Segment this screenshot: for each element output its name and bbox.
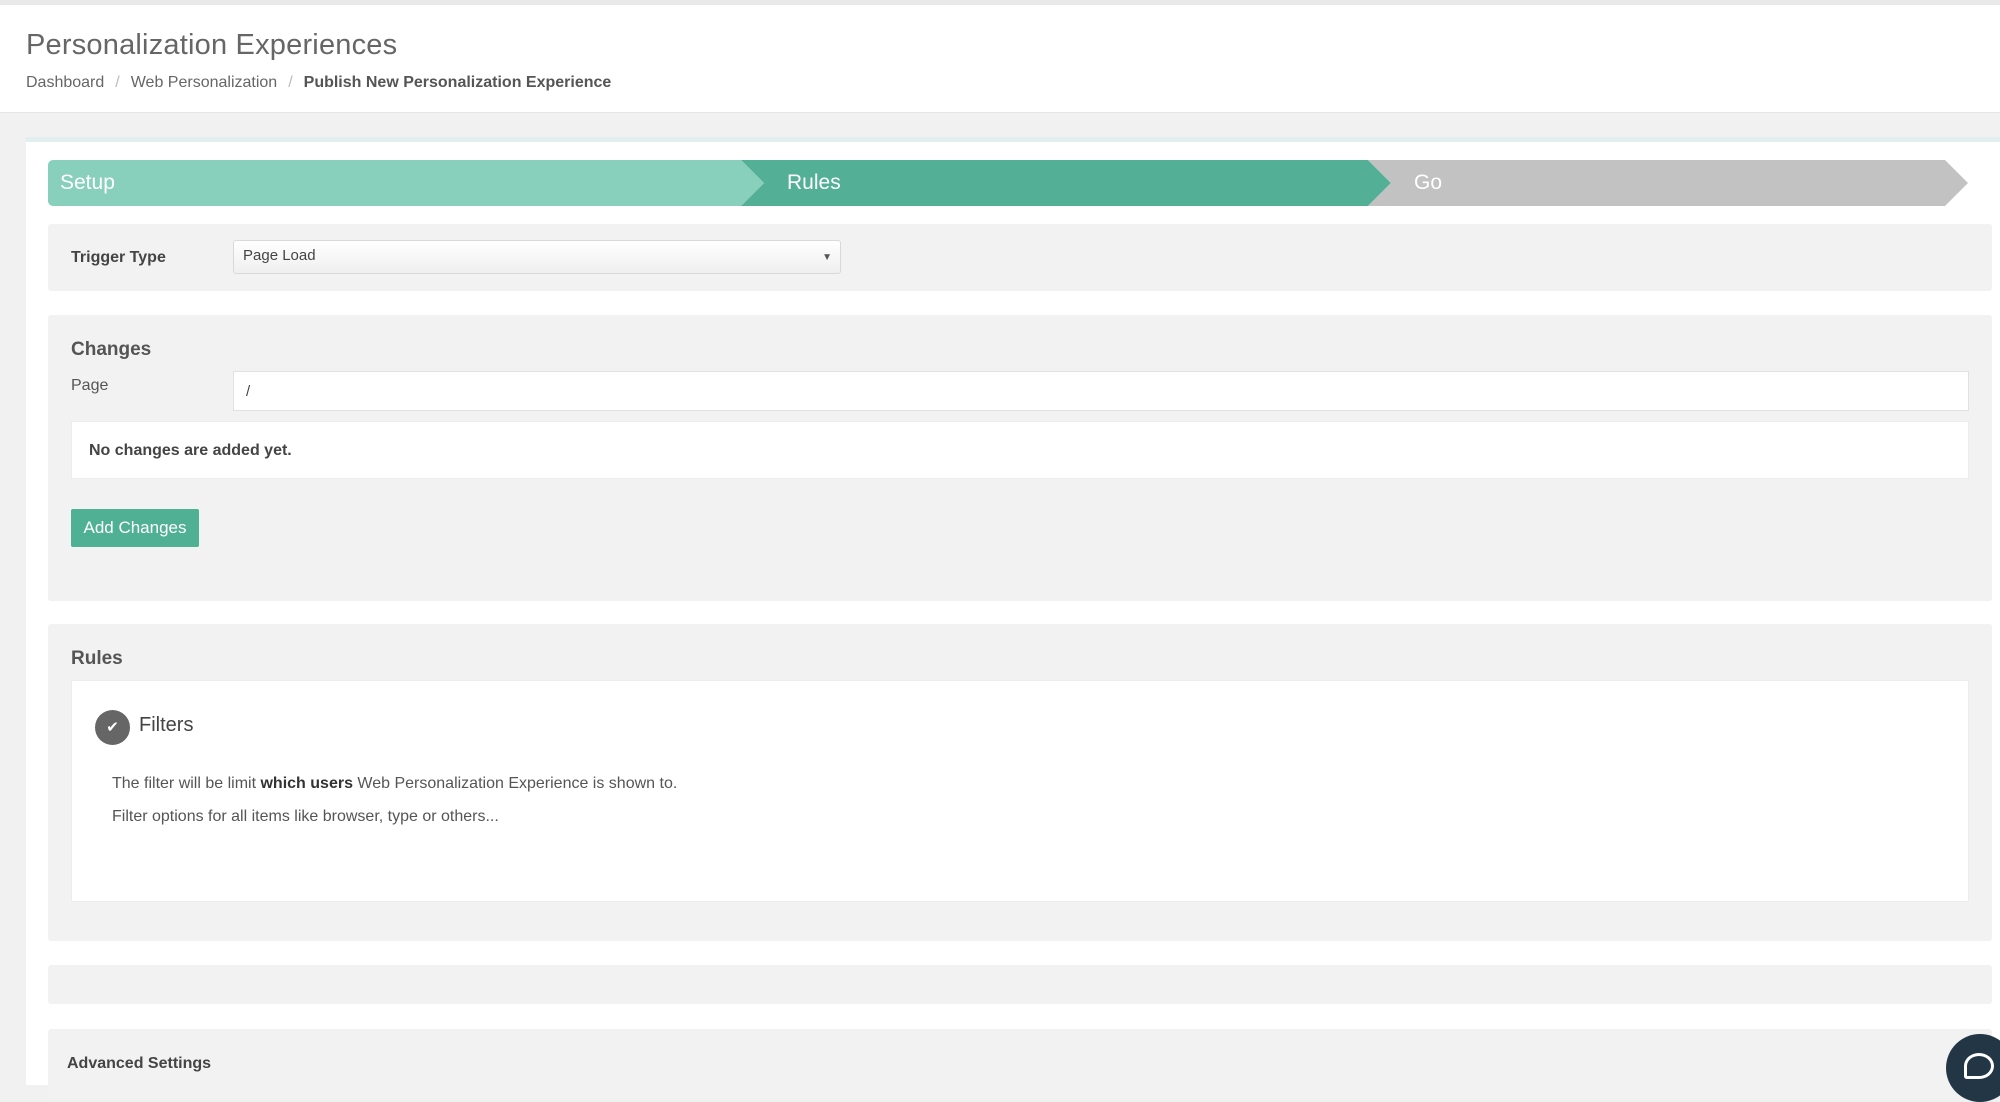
breadcrumb: Dashboard / Web Personalization / Publis… <box>26 74 611 92</box>
no-changes-message: No changes are added yet. <box>71 421 1969 479</box>
step-rules[interactable]: Rules <box>741 160 1391 206</box>
trigger-type-label: Trigger Type <box>71 249 166 266</box>
filter-desc-bold: which users <box>260 775 353 792</box>
page-label: Page <box>71 377 109 394</box>
rules-panel: Rules ✔ Filters The filter will be limit… <box>48 624 1992 941</box>
page-header: Personalization Experiences Dashboard / … <box>0 5 2000 113</box>
advanced-settings-label: Advanced Settings <box>67 1055 212 1072</box>
filters-box: ✔ Filters The filter will be limit which… <box>71 680 1969 902</box>
dropdown-arrow-icon: ▼ <box>822 252 832 263</box>
filter-desc-prefix: The filter will be limit <box>112 775 261 792</box>
breadcrumb-separator: / <box>288 74 293 91</box>
breadcrumb-current: Publish New Personalization Experience <box>303 74 612 91</box>
trigger-type-value: Page Load <box>243 247 316 264</box>
filters-title: Filters <box>139 714 194 736</box>
page-title: Personalization Experiences <box>26 29 398 61</box>
step-go[interactable]: Go <box>1368 160 1968 206</box>
add-changes-button[interactable]: Add Changes <box>71 509 199 547</box>
advanced-settings-panel[interactable]: Advanced Settings <box>48 1029 1992 1099</box>
page-input[interactable] <box>233 371 1969 411</box>
step-setup[interactable]: Setup <box>48 160 764 206</box>
empty-panel <box>48 965 1992 1004</box>
filter-description-2: Filter options for all items like browse… <box>112 808 499 825</box>
breadcrumb-web-personalization[interactable]: Web Personalization <box>131 74 277 92</box>
wizard-steps: Setup Rules Go <box>48 160 1968 206</box>
trigger-type-select[interactable]: Page Load ▼ <box>233 240 841 274</box>
trigger-panel: Trigger Type Page Load ▼ <box>48 224 1992 291</box>
changes-title: Changes <box>71 339 152 360</box>
main-content: Setup Rules Go Trigger Type Page Load ▼ … <box>26 137 2000 1099</box>
filter-description: The filter will be limit which users Web… <box>112 775 677 793</box>
changes-panel: Changes Page No changes are added yet. A… <box>48 315 1992 601</box>
breadcrumb-separator: / <box>115 74 120 91</box>
rules-title: Rules <box>71 648 123 669</box>
check-icon: ✔ <box>95 710 130 745</box>
chat-bubble-glyph <box>1964 1053 1994 1079</box>
breadcrumb-dashboard[interactable]: Dashboard <box>26 74 104 92</box>
filter-desc-suffix: Web Personalization Experience is shown … <box>352 775 678 792</box>
